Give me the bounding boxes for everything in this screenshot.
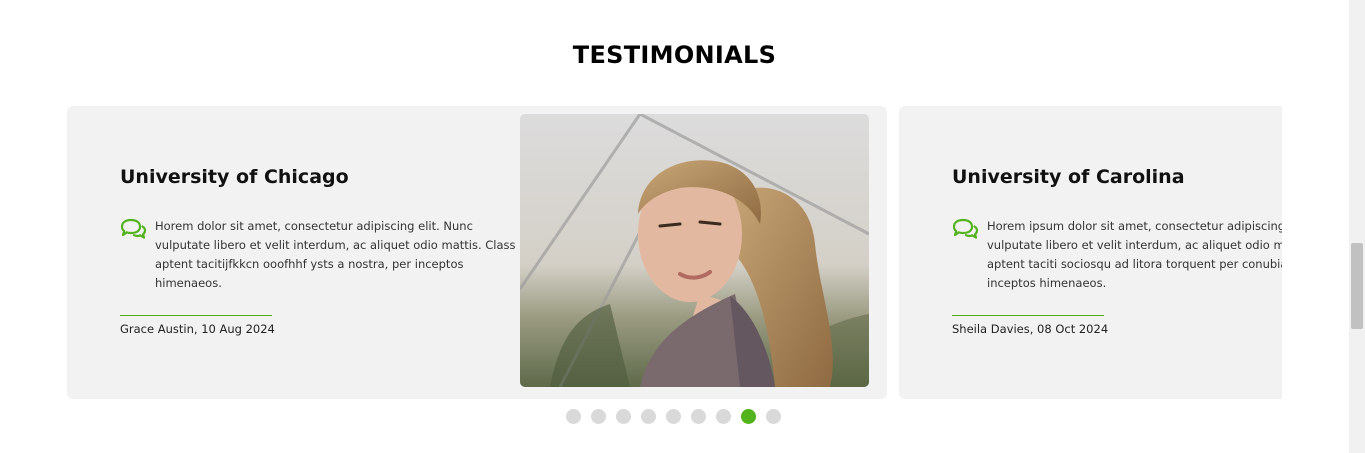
carousel-dot[interactable]	[691, 408, 706, 424]
divider	[120, 315, 272, 316]
carousel-pagination	[566, 408, 781, 424]
testimonial-title: University of Carolina	[952, 166, 1185, 188]
page-scrollbar[interactable]	[1349, 0, 1365, 453]
speech-bubbles-icon	[952, 218, 979, 240]
carousel-dot[interactable]	[616, 408, 631, 424]
section-title: TESTIMONIALS	[572, 41, 777, 69]
testimonial-carousel[interactable]: University of Chicago Horem dolor sit am…	[67, 106, 1282, 399]
carousel-dot[interactable]	[591, 408, 606, 424]
carousel-dot[interactable]	[641, 408, 656, 424]
divider	[952, 315, 1104, 316]
carousel-dot[interactable]	[566, 408, 581, 424]
testimonial-card: University of Carolina Horem ipsum dolor…	[899, 106, 1282, 399]
testimonial-author: Grace Austin, 10 Aug 2024	[120, 322, 275, 336]
carousel-dot[interactable]	[716, 408, 731, 424]
scrollbar-thumb[interactable]	[1351, 243, 1363, 329]
speech-bubbles-icon	[120, 218, 147, 240]
carousel-dot[interactable]	[666, 408, 681, 424]
testimonial-card: University of Chicago Horem dolor sit am…	[67, 106, 887, 399]
testimonial-photo	[520, 114, 869, 387]
testimonial-title: University of Chicago	[120, 166, 349, 188]
testimonial-quote: Horem ipsum dolor sit amet, consectetur …	[987, 219, 1282, 290]
carousel-dot[interactable]	[766, 408, 781, 424]
testimonial-quote: Horem dolor sit amet, consectetur adipis…	[155, 219, 516, 290]
carousel-dot[interactable]	[741, 408, 756, 424]
testimonial-author: Sheila Davies, 08 Oct 2024	[952, 322, 1109, 336]
